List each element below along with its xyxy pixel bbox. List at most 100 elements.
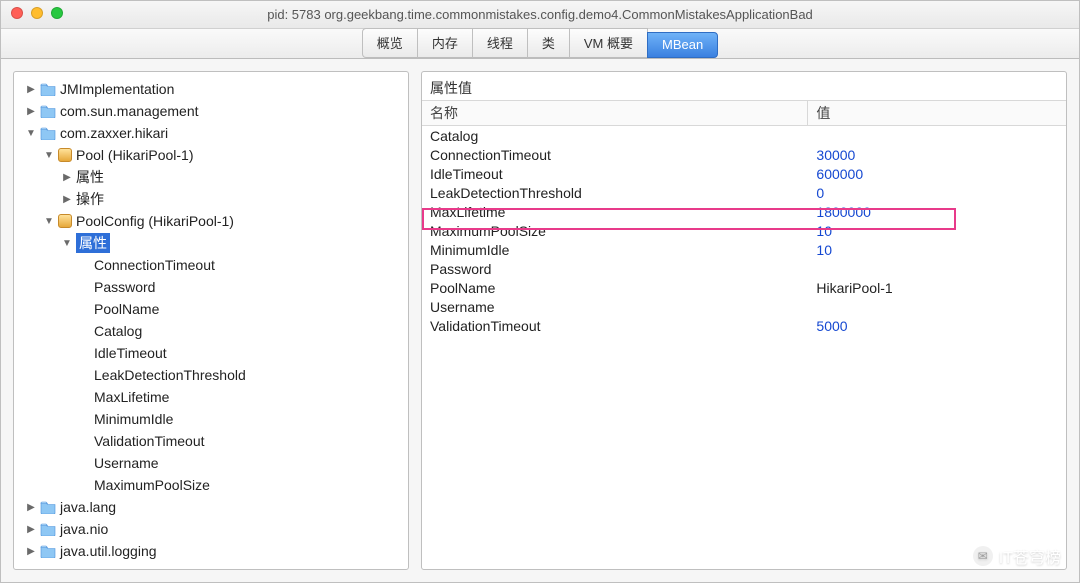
tree-item-label: java.util.logging [60, 543, 157, 559]
disclosure-spacer [78, 434, 92, 448]
tree-item[interactable]: ▶属性 [18, 166, 404, 188]
table-row[interactable]: LeakDetectionThreshold0 [422, 183, 1066, 202]
tree-item-label: 属性 [76, 167, 104, 187]
chevron-right-icon[interactable]: ▶ [60, 192, 74, 206]
left-pane: ▶ JMImplementation ▶ com.sun.management ▼com… [1, 59, 421, 582]
table-header: 名称 值 [422, 100, 1066, 126]
attr-name: MaxLifetime [422, 204, 808, 220]
chevron-down-icon[interactable]: ▼ [42, 148, 56, 162]
tree-item-label: Catalog [94, 323, 142, 339]
attributes-table: 名称 值 CatalogConnectionTimeout30000IdleTi… [422, 100, 1066, 335]
tree-item[interactable]: ▶ java.util.logging [18, 540, 404, 562]
close-icon[interactable] [11, 7, 23, 19]
tree-item[interactable]: ▼Pool (HikariPool-1) [18, 144, 404, 166]
tab-overview[interactable]: 概览 [362, 28, 418, 58]
column-value[interactable]: 值 [808, 101, 1066, 125]
disclosure-spacer [78, 390, 92, 404]
chevron-right-icon[interactable]: ▶ [24, 104, 38, 118]
folder-icon [40, 103, 56, 119]
disclosure-spacer [78, 324, 92, 338]
tree-item-label: LeakDetectionThreshold [94, 367, 246, 383]
tree-item[interactable]: ▼属性 [18, 232, 404, 254]
chevron-right-icon[interactable]: ▶ [60, 170, 74, 184]
tree-item-label: MaxLifetime [94, 389, 169, 405]
table-row[interactable]: Catalog [422, 126, 1066, 145]
tree-item[interactable]: MinimumIdle [18, 408, 404, 430]
disclosure-spacer [78, 280, 92, 294]
tree-item[interactable]: ▼com.zaxxer.hikari [18, 122, 404, 144]
table-body: CatalogConnectionTimeout30000IdleTimeout… [422, 126, 1066, 335]
mbean-icon [58, 214, 72, 228]
tree-item-label: ConnectionTimeout [94, 257, 215, 273]
tree-item[interactable]: ▶ com.sun.management [18, 100, 404, 122]
mbean-tree-panel: ▶ JMImplementation ▶ com.sun.management ▼com… [13, 71, 409, 570]
tree-item[interactable]: MaxLifetime [18, 386, 404, 408]
tree-item[interactable]: ▶ JMImplementation [18, 78, 404, 100]
window-title: pid: 5783 org.geekbang.time.commonmistak… [1, 7, 1079, 22]
folder-icon [40, 81, 56, 97]
tree-item[interactable]: PoolName [18, 298, 404, 320]
tree-item[interactable]: IdleTimeout [18, 342, 404, 364]
tree-item[interactable]: ▶ java.nio [18, 518, 404, 540]
tree-item-label: MinimumIdle [94, 411, 173, 427]
tree-item[interactable]: ▼PoolConfig (HikariPool-1) [18, 210, 404, 232]
attr-value: HikariPool-1 [808, 280, 1066, 296]
mbean-tree[interactable]: ▶ JMImplementation ▶ com.sun.management ▼com… [14, 72, 408, 568]
chevron-down-icon[interactable]: ▼ [42, 214, 56, 228]
tree-item-label: java.nio [60, 521, 108, 537]
tree-item-label: 操作 [76, 189, 104, 209]
tab-memory[interactable]: 内存 [417, 28, 473, 58]
disclosure-spacer [78, 478, 92, 492]
table-row[interactable]: ConnectionTimeout30000 [422, 145, 1066, 164]
chevron-right-icon[interactable]: ▶ [24, 82, 38, 96]
disclosure-spacer [78, 302, 92, 316]
chevron-down-icon[interactable]: ▼ [24, 126, 38, 140]
zoom-icon[interactable] [51, 7, 63, 19]
tree-item[interactable]: Catalog [18, 320, 404, 342]
folder-icon [40, 499, 56, 515]
tree-item[interactable]: ValidationTimeout [18, 430, 404, 452]
folder-icon [40, 521, 56, 537]
column-name[interactable]: 名称 [422, 101, 808, 125]
table-row[interactable]: MinimumIdle10 [422, 240, 1066, 259]
table-row[interactable]: IdleTimeout600000 [422, 164, 1066, 183]
tree-item[interactable]: Password [18, 276, 404, 298]
tree-item-label: MaximumPoolSize [94, 477, 210, 493]
tree-item-label: JMImplementation [60, 81, 174, 97]
tab-mbean[interactable]: MBean [647, 32, 718, 58]
chevron-down-icon[interactable]: ▼ [60, 236, 74, 250]
attr-name: Catalog [422, 128, 808, 144]
tree-item-label: PoolName [94, 301, 159, 317]
app-window: { "title": "pid: 5783 org.geekbang.time.… [0, 0, 1080, 583]
tree-item[interactable]: MaximumPoolSize [18, 474, 404, 496]
tree-item[interactable]: ▶java.lang [18, 496, 404, 518]
body: ▶ JMImplementation ▶ com.sun.management ▼com… [1, 59, 1079, 582]
table-row[interactable]: Username [422, 297, 1066, 316]
tab-vm-summary[interactable]: VM 概要 [569, 28, 648, 58]
chevron-right-icon[interactable]: ▶ [24, 522, 38, 536]
table-row[interactable]: Password [422, 259, 1066, 278]
table-row[interactable]: MaximumPoolSize10 [422, 221, 1066, 240]
attr-name: ValidationTimeout [422, 318, 808, 334]
window-controls [11, 7, 63, 19]
attr-name: MinimumIdle [422, 242, 808, 258]
attr-value: 10 [808, 223, 1066, 239]
attr-value: 0 [808, 185, 1066, 201]
attr-value: 1800000 [808, 204, 1066, 220]
chevron-right-icon[interactable]: ▶ [24, 544, 38, 558]
tree-item[interactable]: LeakDetectionThreshold [18, 364, 404, 386]
attr-name: Username [422, 299, 808, 315]
tree-item[interactable]: Username [18, 452, 404, 474]
tree-item[interactable]: ConnectionTimeout [18, 254, 404, 276]
table-row[interactable]: ValidationTimeout5000 [422, 316, 1066, 335]
attr-name: LeakDetectionThreshold [422, 185, 808, 201]
table-row[interactable]: MaxLifetime1800000 [422, 202, 1066, 221]
minimize-icon[interactable] [31, 7, 43, 19]
tree-item-label: 属性 [76, 233, 110, 253]
tab-threads[interactable]: 线程 [472, 28, 528, 58]
tab-classes[interactable]: 类 [527, 28, 570, 58]
chevron-right-icon[interactable]: ▶ [24, 500, 38, 514]
tree-item-label: com.sun.management [60, 103, 199, 119]
tree-item[interactable]: ▶操作 [18, 188, 404, 210]
table-row[interactable]: PoolNameHikariPool-1 [422, 278, 1066, 297]
